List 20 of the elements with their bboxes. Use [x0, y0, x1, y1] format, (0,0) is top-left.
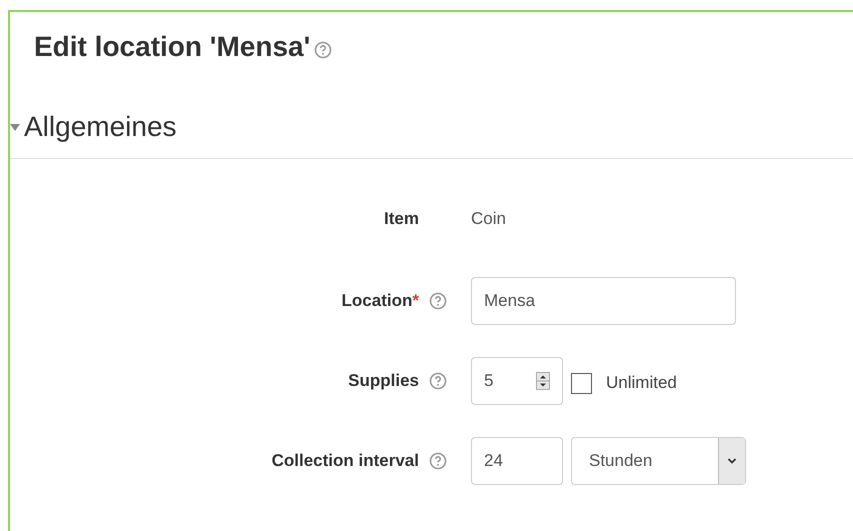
- chevron-down-icon: [727, 457, 737, 465]
- help-icon[interactable]: [314, 41, 332, 59]
- help-icon[interactable]: [429, 452, 447, 470]
- field-label: Supplies: [348, 370, 419, 392]
- field-label: Collection interval: [272, 450, 419, 472]
- number-field[interactable]: 5: [471, 357, 563, 405]
- item-value: Coin: [471, 209, 506, 228]
- checkbox-label: Unlimited: [606, 372, 677, 394]
- help-icon[interactable]: [429, 292, 447, 310]
- unit-select[interactable]: Stunden: [571, 437, 746, 485]
- checkbox[interactable]: [571, 372, 592, 394]
- field-label: Location*: [342, 290, 419, 312]
- text-field[interactable]: Mensa: [471, 277, 736, 325]
- help-icon[interactable]: [429, 372, 447, 390]
- number-field[interactable]: 24: [471, 437, 563, 485]
- required-mark: *: [412, 291, 419, 310]
- spinner-icon: [536, 372, 550, 390]
- section-header[interactable]: Allgemeines: [10, 106, 853, 159]
- field-label: Item: [384, 208, 419, 230]
- page-title: Edit location 'Mensa': [34, 30, 310, 64]
